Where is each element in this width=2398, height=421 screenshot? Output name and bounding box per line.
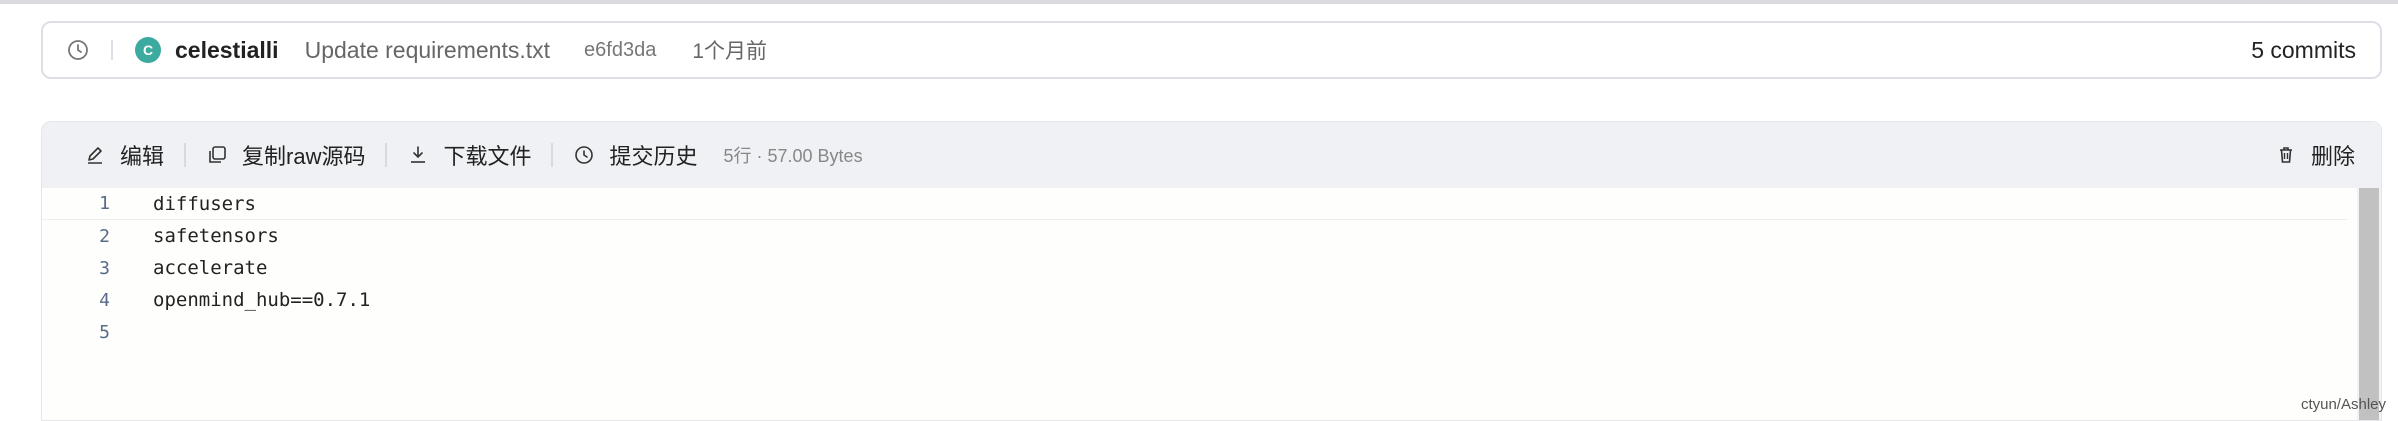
code-text: safetensors [153, 225, 279, 247]
download-button[interactable]: 下载文件 [407, 139, 531, 171]
clock-icon[interactable] [65, 37, 91, 63]
edit-icon [88, 147, 102, 164]
commits-count-link[interactable]: 5 commits [2251, 37, 2356, 64]
watermark: ctyun/Ashley [2300, 396, 2386, 413]
scrollbar-thumb[interactable] [2359, 188, 2379, 420]
code-text: diffusers [153, 192, 256, 215]
vertical-scrollbar[interactable] [2357, 188, 2381, 420]
file-viewer: 编辑 复制raw源码 下载文件 提交历史 5行 · 57.00 Bytes 删除… [41, 121, 2382, 421]
code-view[interactable]: 1 diffusers 2 safetensors 3 accelerate 4… [42, 188, 2381, 420]
code-text: accelerate [153, 257, 268, 279]
commit-hash[interactable]: e6fd3da [584, 39, 656, 62]
toolbar-divider [385, 143, 388, 167]
code-line: 2 safetensors [42, 220, 2347, 252]
copy-raw-label: 复制raw源码 [242, 144, 366, 169]
divider [111, 40, 113, 60]
file-toolbar: 编辑 复制raw源码 下载文件 提交历史 5行 · 57.00 Bytes 删除 [42, 122, 2381, 188]
line-number: 5 [99, 321, 110, 343]
commit-author[interactable]: celestialli [175, 37, 279, 64]
toolbar-divider [184, 143, 187, 167]
delete-button[interactable]: 删除 [2275, 139, 2355, 171]
code-line: 4 openmind_hub==0.7.1 [42, 284, 2347, 316]
history-label: 提交历史 [609, 144, 698, 169]
code-line: 5 [42, 316, 2347, 348]
trash-icon [2279, 147, 2292, 163]
latest-commit-bar: C celestialli Update requirements.txt e6… [41, 21, 2382, 79]
line-number: 2 [99, 225, 110, 247]
top-divider [0, 0, 2398, 4]
history-button[interactable]: 提交历史 [573, 139, 698, 171]
copy-raw-button[interactable]: 复制raw源码 [206, 139, 365, 171]
edit-button[interactable]: 编辑 [84, 139, 164, 171]
commit-message[interactable]: Update requirements.txt [305, 37, 550, 64]
history-icon [575, 146, 594, 164]
code-text: openmind_hub==0.7.1 [153, 289, 371, 311]
code-line: 1 diffusers [42, 188, 2347, 220]
line-number: 1 [99, 193, 110, 214]
edit-label: 编辑 [120, 144, 165, 169]
delete-label: 删除 [2310, 144, 2355, 169]
line-number: 4 [99, 289, 110, 311]
file-meta: 5行 · 57.00 Bytes [723, 146, 863, 166]
download-icon [411, 146, 426, 163]
download-label: 下载文件 [443, 144, 532, 169]
commit-time: 1个月前 [692, 40, 768, 63]
line-number: 3 [99, 257, 110, 279]
avatar[interactable]: C [135, 37, 161, 63]
toolbar-divider [551, 143, 554, 167]
copy-icon [209, 146, 226, 163]
code-line: 3 accelerate [42, 252, 2347, 284]
